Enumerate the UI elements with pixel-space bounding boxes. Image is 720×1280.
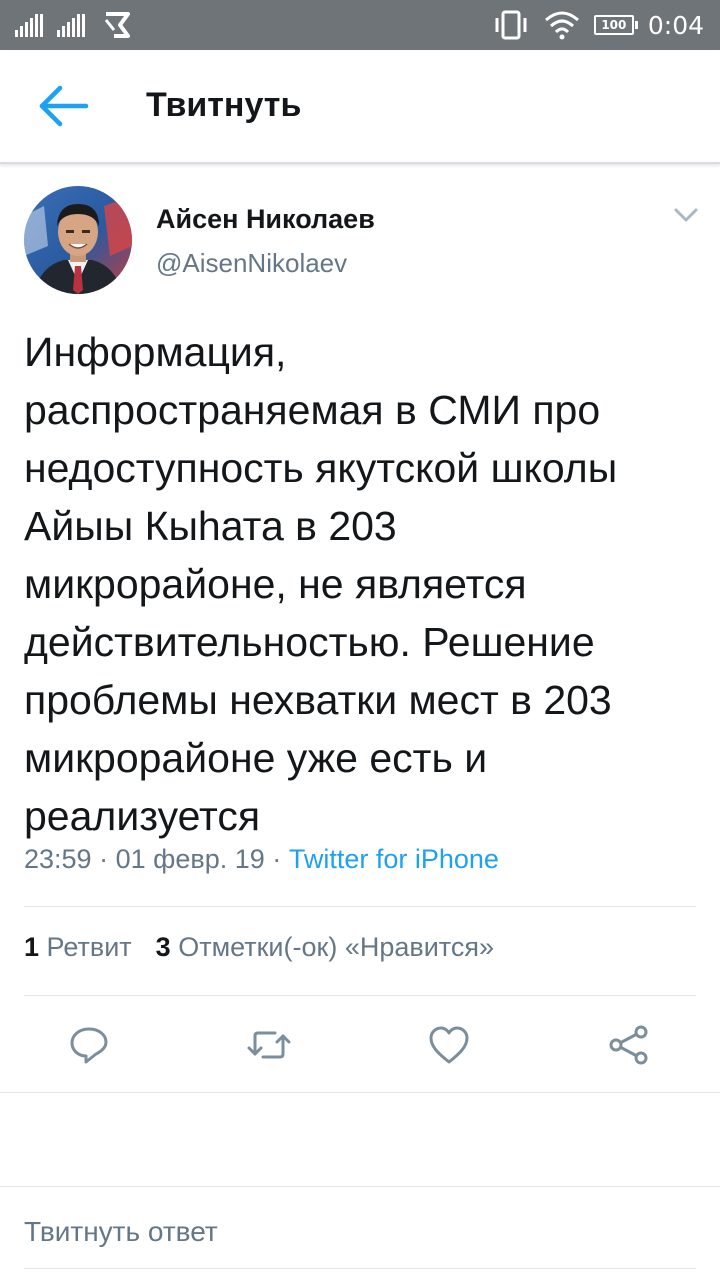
tweet-text-line: проблемы нехватки мест в 203 xyxy=(24,677,612,723)
tweet-text-line: микрорайоне уже есть и xyxy=(24,735,488,781)
divider xyxy=(0,1092,720,1093)
wifi-icon xyxy=(544,11,579,40)
divider xyxy=(24,995,696,996)
arrow-left-icon xyxy=(39,85,89,127)
status-left xyxy=(14,8,138,42)
vibrate-icon xyxy=(495,10,527,40)
divider xyxy=(24,1268,696,1269)
like-icon xyxy=(429,1026,469,1064)
tweet-text-line: действительностью. Решение xyxy=(24,619,595,665)
page-title: Твитнуть xyxy=(146,86,302,124)
status-time: 0:04 xyxy=(647,10,704,40)
tweet-text-line: микрорайоне, не является xyxy=(24,561,527,607)
tweet-source-link[interactable]: Twitter for iPhone xyxy=(289,844,499,874)
tweet-text-line: Айыы Кыhата в 203 xyxy=(24,503,397,549)
tweet-text-line: реализуется xyxy=(24,793,261,839)
battery-icon: 100 xyxy=(593,15,638,35)
status-bar: 100 0:04 xyxy=(0,0,720,50)
retweets-count: 1 xyxy=(24,932,40,962)
author-handle[interactable]: @AisenNikolaev xyxy=(156,248,347,279)
likes-label: Отметки(-ок) «Нравится» xyxy=(178,932,494,962)
meta-separator: · xyxy=(272,844,282,874)
tweet-time: 23:59 xyxy=(24,844,92,874)
avatar[interactable] xyxy=(24,186,132,294)
tweet-text-line: распространяемая в СМИ про xyxy=(24,387,601,433)
tweet-menu-button[interactable] xyxy=(670,202,702,228)
likes-count: 3 xyxy=(155,932,171,962)
share-icon xyxy=(609,1025,648,1065)
retweet-icon xyxy=(247,1031,291,1059)
retweets-stat[interactable]: 1 Ретвит xyxy=(24,932,132,963)
reply-button[interactable] xyxy=(64,1020,114,1070)
app-header: Твитнуть xyxy=(0,50,720,164)
back-button[interactable] xyxy=(36,84,92,128)
tweet-actions xyxy=(0,1020,720,1070)
retweet-button[interactable] xyxy=(244,1020,294,1070)
divider xyxy=(0,1186,720,1187)
data-saver-icon xyxy=(104,12,130,38)
signal-icon xyxy=(57,14,85,37)
divider xyxy=(24,906,696,907)
share-button[interactable] xyxy=(604,1020,654,1070)
likes-stat[interactable]: 3 Отметки(-ок) «Нравится» xyxy=(156,932,494,963)
chevron-down-icon xyxy=(674,208,698,222)
signal-icon xyxy=(15,14,43,37)
like-button[interactable] xyxy=(424,1020,474,1070)
author-name[interactable]: Айсен Николаев xyxy=(156,204,375,235)
reply-input[interactable]: Твитнуть ответ xyxy=(24,1216,218,1248)
retweets-label: Ретвит xyxy=(46,932,132,962)
tweet-stats: 1 Ретвит 3 Отметки(-ок) «Нравится» xyxy=(24,932,494,963)
tweet-date: 01 февр. 19 xyxy=(115,844,265,874)
status-right: 100 0:04 xyxy=(492,8,704,42)
tweet-text: Информация, распространяемая в СМИ про н… xyxy=(24,323,700,845)
tweet-text-line: Информация, xyxy=(24,329,287,375)
tweet-meta: 23:59 · 01 февр. 19 · Twitter for iPhone xyxy=(24,844,499,875)
tweet-text-line: недоступность якутской школы xyxy=(24,445,618,491)
avatar-photo xyxy=(24,186,132,294)
meta-separator: · xyxy=(99,844,109,874)
reply-icon xyxy=(70,1027,108,1064)
